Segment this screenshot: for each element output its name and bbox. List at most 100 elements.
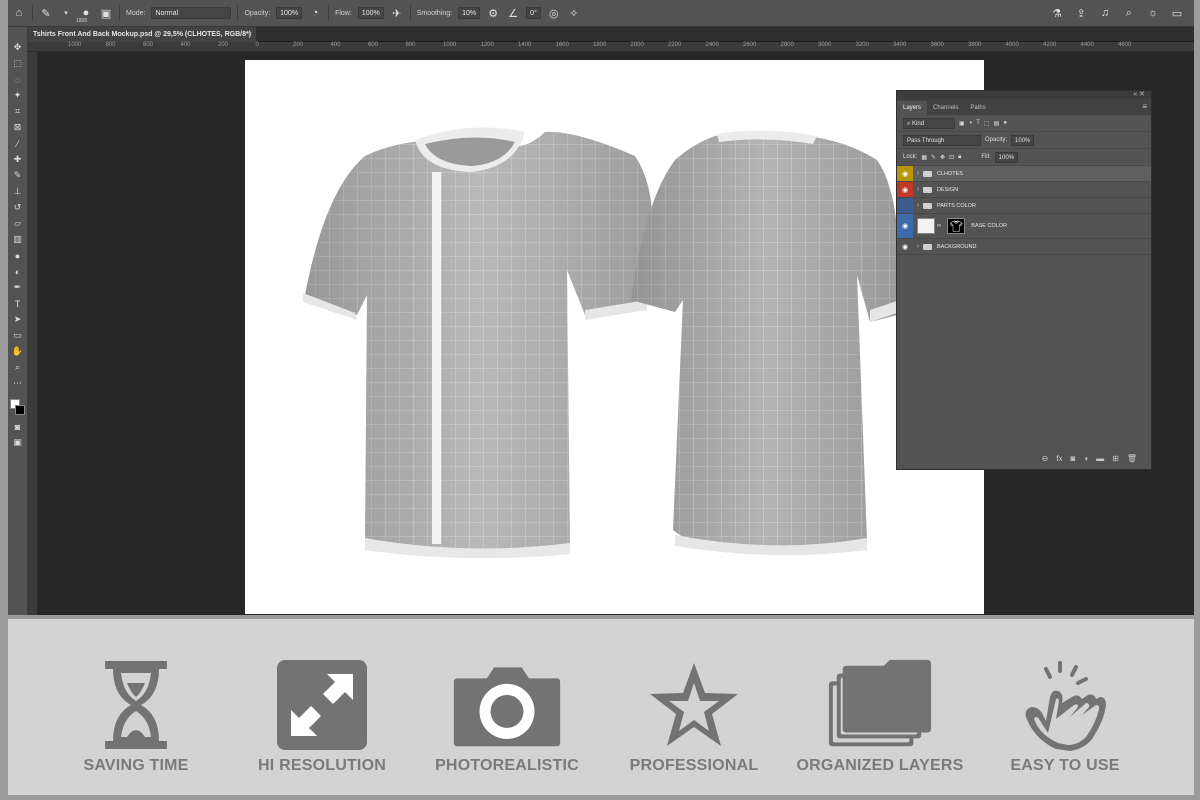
fx-icon[interactable]: fx <box>1056 454 1062 463</box>
angle-icon: ∠ <box>508 7 519 20</box>
lock-pixels-icon[interactable]: ▦ <box>921 154 927 161</box>
flow-field[interactable]: 100% <box>357 7 384 19</box>
pressure-opacity-icon[interactable]: ◔ <box>308 6 322 20</box>
opacity-field[interactable]: 100% <box>276 7 303 19</box>
add-mask-icon[interactable]: ◙ <box>1070 454 1075 463</box>
feature-label: PHOTOREALISTIC <box>435 757 579 774</box>
mode-dropdown[interactable]: Normal <box>151 7 232 19</box>
lock-all-icon[interactable]: 🔒︎ <box>958 154 961 161</box>
feature-label: EASY TO USE <box>1010 757 1120 774</box>
link-icon[interactable]: ∞ <box>937 223 941 229</box>
eyedropper-tool-icon[interactable]: ⁄ <box>11 137 25 150</box>
ruler-tick-label: 600 <box>368 42 379 48</box>
filter-smart-icon[interactable]: ▤ <box>994 120 1000 127</box>
chevron-down-icon[interactable]: ▾ <box>59 6 73 20</box>
document-tab[interactable]: Tshirts Front And Back Mockup.psd @ 29,5… <box>28 27 256 42</box>
ruler-tick-label: 2200 <box>668 42 682 48</box>
ruler-tick-label: 800 <box>105 42 116 48</box>
move-tool-icon[interactable]: ✥ <box>11 41 25 54</box>
chevron-right-icon[interactable]: › <box>913 186 923 193</box>
brush-settings-icon[interactable]: ▣ <box>99 6 113 20</box>
search-icon[interactable]: ⌕ <box>1122 6 1136 20</box>
tab-layers[interactable]: Layers <box>897 101 928 115</box>
quick-mask-icon[interactable]: ◙ <box>11 420 25 433</box>
healing-tool-icon[interactable]: ✚ <box>11 153 25 166</box>
workspace-icon[interactable]: ▭ <box>1170 6 1184 20</box>
adjustment-icon[interactable]: ◑ <box>1083 454 1088 463</box>
layer-opacity-field[interactable]: 100% <box>1011 134 1035 146</box>
ruler-tick-label: 600 <box>143 42 154 48</box>
shape-tool-icon[interactable]: ▭ <box>11 329 25 342</box>
photoshop-window: ⌂ ✎ ▾ ● 1805 ▣ Mode: Normal Opacity: 100… <box>8 0 1194 615</box>
chevron-right-icon[interactable]: › <box>913 170 923 177</box>
flask-icon[interactable]: ⚗ <box>1050 6 1064 20</box>
eye-icon[interactable]: ◉ <box>897 182 913 197</box>
more-tools-icon[interactable]: ⋯ <box>11 377 25 390</box>
filter-pixel-icon[interactable]: ▣ <box>959 120 965 127</box>
document-canvas[interactable] <box>245 60 984 614</box>
eraser-tool-icon[interactable]: ▱ <box>11 217 25 230</box>
share-icon[interactable]: ⇪ <box>1074 6 1088 20</box>
hand-tool-icon[interactable]: ✋ <box>11 345 25 358</box>
path-select-icon[interactable]: ➤ <box>11 313 25 326</box>
frame-tool-icon[interactable]: ⊠ <box>11 121 25 134</box>
pen-tool-icon[interactable]: ✒ <box>11 281 25 294</box>
link-layers-icon[interactable]: ⊖ <box>1042 454 1049 463</box>
blur-tool-icon[interactable]: ● <box>11 249 25 262</box>
zoom-tool-icon[interactable]: ⌕ <box>11 361 25 374</box>
bulb-icon[interactable]: ☼ <box>1146 6 1160 20</box>
color-swatches[interactable] <box>9 399 26 417</box>
background-color[interactable] <box>14 405 25 415</box>
lasso-tool-icon[interactable]: ◌ <box>11 73 25 86</box>
fill-field[interactable]: 100% <box>994 151 1019 163</box>
layer-row-design[interactable]: ◉ › DESIGN <box>897 182 1151 198</box>
crop-tool-icon[interactable]: ⌗ <box>11 105 25 118</box>
layer-row-background[interactable]: ◉ › BACKGROUND <box>897 239 1151 255</box>
lock-paint-icon[interactable]: ✎ <box>931 154 936 161</box>
layer-row-base-color[interactable]: ◉ ∞ 👕︎ BASE COLOR <box>897 214 1151 239</box>
chevron-right-icon[interactable]: › <box>913 243 923 250</box>
eye-icon[interactable]: ◉ <box>897 239 913 254</box>
close-icon[interactable]: × <box>248 27 252 42</box>
filter-shape-icon[interactable]: ⬚ <box>984 120 990 127</box>
kind-filter[interactable]: ⌕ Kind <box>903 117 955 129</box>
gear-icon[interactable]: ⚙ <box>486 6 500 20</box>
airbrush-icon[interactable]: ✈ <box>390 6 404 20</box>
tab-channels[interactable]: Channels <box>927 101 964 115</box>
blend-mode-dropdown[interactable]: Pass Through <box>903 134 981 146</box>
eye-hidden-icon[interactable] <box>897 198 913 213</box>
pressure-size-icon[interactable]: ◎ <box>547 6 561 20</box>
history-brush-icon[interactable]: ↺ <box>11 201 25 214</box>
brush-tool-icon[interactable]: ✎ <box>11 169 25 182</box>
symmetry-icon[interactable]: ✧ <box>567 6 581 20</box>
angle-field[interactable]: 0° <box>526 7 541 19</box>
filter-toggle-icon[interactable]: ● <box>1003 120 1007 126</box>
chevron-right-icon[interactable]: › <box>913 202 923 209</box>
new-layer-icon[interactable]: ⊞ <box>1112 454 1119 463</box>
dodge-tool-icon[interactable]: ◐ <box>11 265 25 278</box>
eye-icon[interactable]: ◉ <box>897 214 913 238</box>
new-group-icon[interactable]: ▬ <box>1096 454 1104 463</box>
magic-wand-tool-icon[interactable]: ✦ <box>11 89 25 102</box>
screen-mode-icon[interactable]: ▣ <box>11 436 25 449</box>
type-tool-icon[interactable]: T <box>11 297 25 310</box>
home-icon[interactable]: ⌂ <box>12 6 26 20</box>
collapse-icon[interactable]: « ✕ <box>1133 90 1145 98</box>
lock-artboard-icon[interactable]: ⊡ <box>949 154 954 161</box>
eye-icon[interactable]: ◉ <box>897 166 913 181</box>
layer-row-clhotes[interactable]: ◉ › CLHOTES <box>897 166 1151 182</box>
panel-menu-icon[interactable]: ≡ <box>1142 102 1147 111</box>
ruler-tick-label: 1600 <box>555 42 569 48</box>
gradient-tool-icon[interactable]: ▥ <box>11 233 25 246</box>
tab-paths[interactable]: Paths <box>964 101 991 115</box>
layer-row-parts-color[interactable]: › PARTS COLOR <box>897 198 1151 214</box>
marquee-tool-icon[interactable]: ⬚ <box>11 57 25 70</box>
filter-adjust-icon[interactable]: ◑ <box>969 120 973 126</box>
bell-icon[interactable]: ♫ <box>1098 6 1112 20</box>
smoothing-field[interactable]: 10% <box>458 7 481 19</box>
lock-position-icon[interactable]: ✥ <box>940 154 945 161</box>
stamp-tool-icon[interactable]: ⊥ <box>11 185 25 198</box>
filter-type-icon[interactable]: T <box>976 120 980 126</box>
brush-tool-icon[interactable]: ✎ <box>39 6 53 20</box>
trash-icon[interactable]: 🗑︎ <box>1127 454 1137 463</box>
